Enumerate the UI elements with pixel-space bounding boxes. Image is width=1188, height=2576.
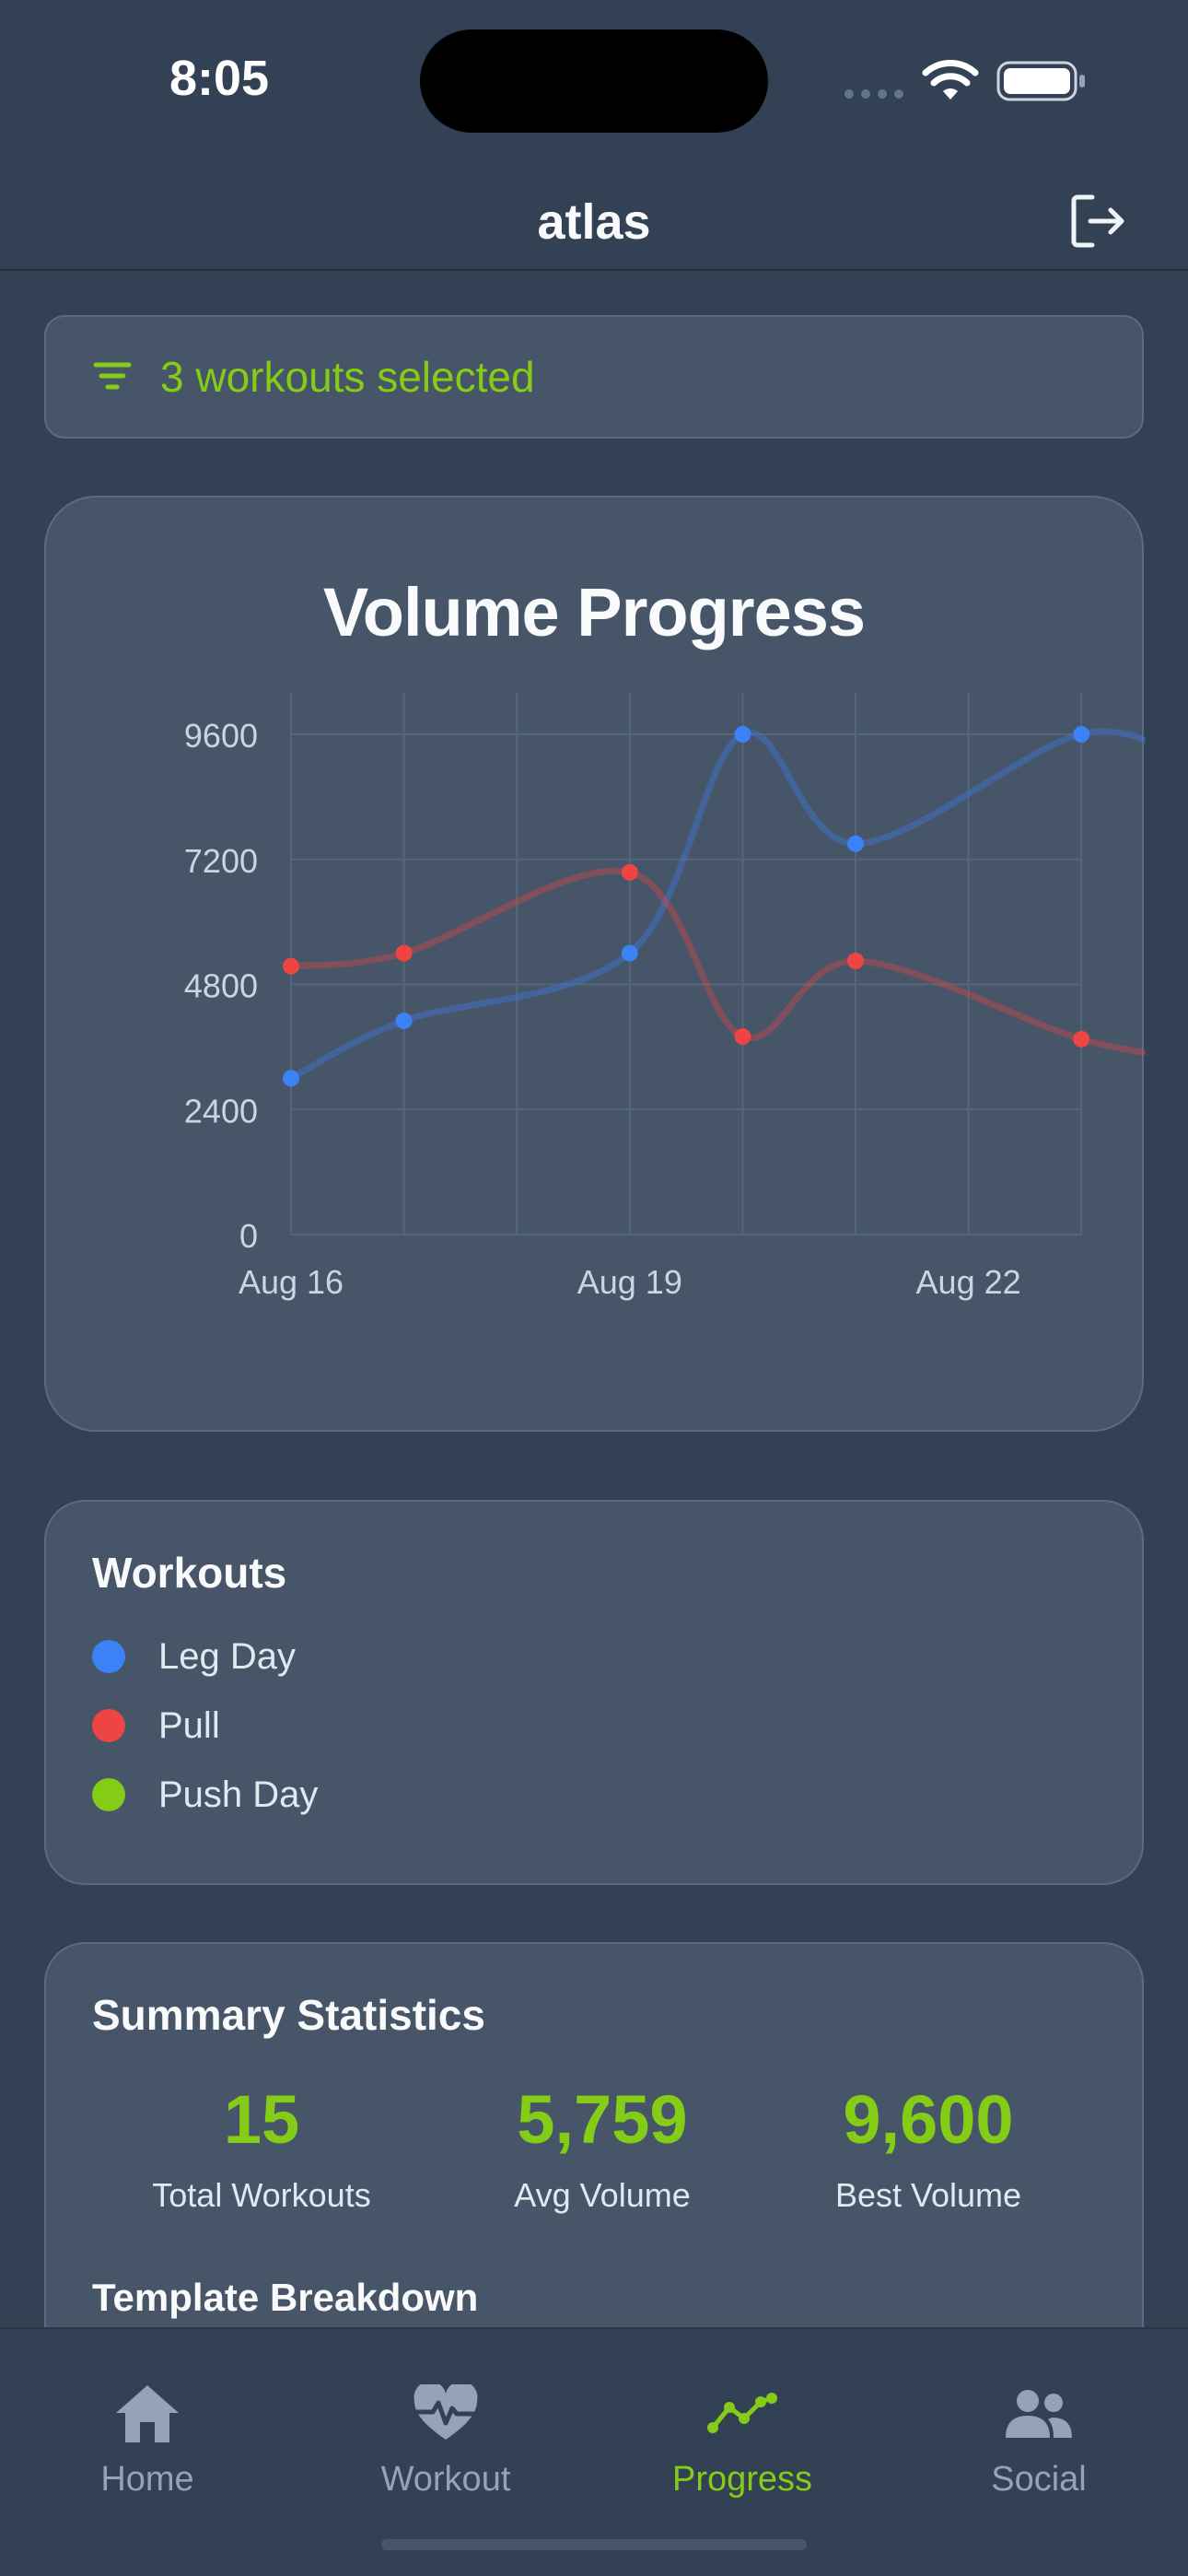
stat-label: Best Volume: [834, 2176, 1022, 2214]
y-tick-label: 2400: [184, 1092, 258, 1130]
data-point-pull: [734, 1028, 751, 1046]
x-tick-label: Aug 16: [239, 1263, 344, 1301]
logout-icon[interactable]: [1065, 188, 1131, 254]
legend-label: Pull: [158, 1704, 220, 1746]
stat-total-workouts: 15 Total Workouts: [142, 2086, 381, 2215]
home-icon: [116, 2385, 179, 2442]
legend-label: Push Day: [158, 1774, 319, 1815]
data-point-pull: [283, 957, 299, 975]
data-point-leg-day: [283, 1070, 299, 1087]
battery-icon: [996, 61, 1085, 101]
trend-line-icon: [707, 2393, 777, 2433]
tab-label: Progress: [671, 2460, 813, 2499]
x-tick-label: Aug 19: [577, 1263, 682, 1301]
home-indicator: [381, 2539, 807, 2550]
tab-workout[interactable]: Workout: [335, 2375, 556, 2500]
tab-social[interactable]: Social: [928, 2375, 1149, 2500]
data-point-pull: [621, 863, 638, 881]
x-tick-label: Aug 22: [916, 1263, 1021, 1301]
app-header: atlas: [0, 175, 1188, 271]
data-point-leg-day: [734, 726, 751, 743]
stat-best-volume: 9,600 Best Volume: [799, 2086, 1057, 2215]
y-tick-label: 0: [239, 1217, 258, 1255]
users-icon: [1006, 2390, 1072, 2438]
stat-label: Avg Volume: [514, 2176, 691, 2214]
tab-progress[interactable]: Progress: [632, 2375, 853, 2500]
app-title: atlas: [537, 194, 651, 250]
wifi-icon: [922, 60, 979, 100]
workouts-legend-card: Workouts Leg Day Pull Push Day: [44, 1500, 1144, 1885]
data-point-leg-day: [621, 944, 638, 962]
template-breakdown-title: Template Breakdown: [92, 2276, 479, 2319]
cellular-signal-icon: [844, 89, 903, 99]
y-tick-label: 9600: [184, 717, 258, 755]
series-line-pull: [290, 867, 1146, 1056]
data-point-leg-day: [1073, 726, 1090, 743]
stat-value: 15: [223, 2081, 300, 2158]
stat-value: 9,600: [843, 2081, 1014, 2158]
legend-item-push-day: Push Day: [92, 1767, 318, 1822]
legend-dot: [92, 1709, 125, 1742]
heart-pulse-icon: [413, 2384, 478, 2440]
status-time: 8:05: [169, 51, 270, 106]
tab-label: Social: [991, 2460, 1087, 2499]
summary-title: Summary Statistics: [92, 1991, 485, 2039]
legend-label: Leg Day: [158, 1635, 296, 1677]
legend-dot: [92, 1640, 125, 1673]
y-tick-label: 4800: [184, 967, 258, 1005]
tab-label: Home: [100, 2460, 194, 2499]
stat-avg-volume: 5,759 Avg Volume: [483, 2086, 722, 2215]
tab-label: Workout: [380, 2460, 511, 2499]
tab-home[interactable]: Home: [37, 2375, 258, 2500]
status-bar: 8:05: [0, 0, 1188, 157]
y-tick-label: 7200: [184, 842, 258, 880]
legend-dot: [92, 1778, 125, 1811]
data-point-leg-day: [395, 1013, 413, 1030]
dynamic-island: [420, 29, 768, 133]
filter-icon: [93, 362, 132, 390]
legend-item-pull: Pull: [92, 1698, 220, 1753]
data-point-pull: [847, 953, 864, 970]
volume-progress-card: Volume Progress 0 2400 4800 7200 9600 Aug 16 A…: [44, 496, 1146, 1432]
filter-label: 3 workouts selected: [160, 353, 535, 401]
stat-value: 5,759: [517, 2081, 688, 2158]
series-line-leg-day: [289, 728, 1146, 1082]
legend-title: Workouts: [92, 1549, 287, 1597]
legend-item-leg-day: Leg Day: [92, 1629, 296, 1684]
volume-chart: 02400480072009600Aug 16Aug 19Aug 22Aug 2…: [184, 692, 1146, 1301]
workout-filter-button[interactable]: 3 workouts selected: [44, 315, 1144, 439]
stat-label: Total Workouts: [152, 2176, 371, 2214]
data-point-pull: [395, 944, 413, 962]
data-point-pull: [1073, 1030, 1090, 1048]
data-point-leg-day: [847, 835, 864, 852]
